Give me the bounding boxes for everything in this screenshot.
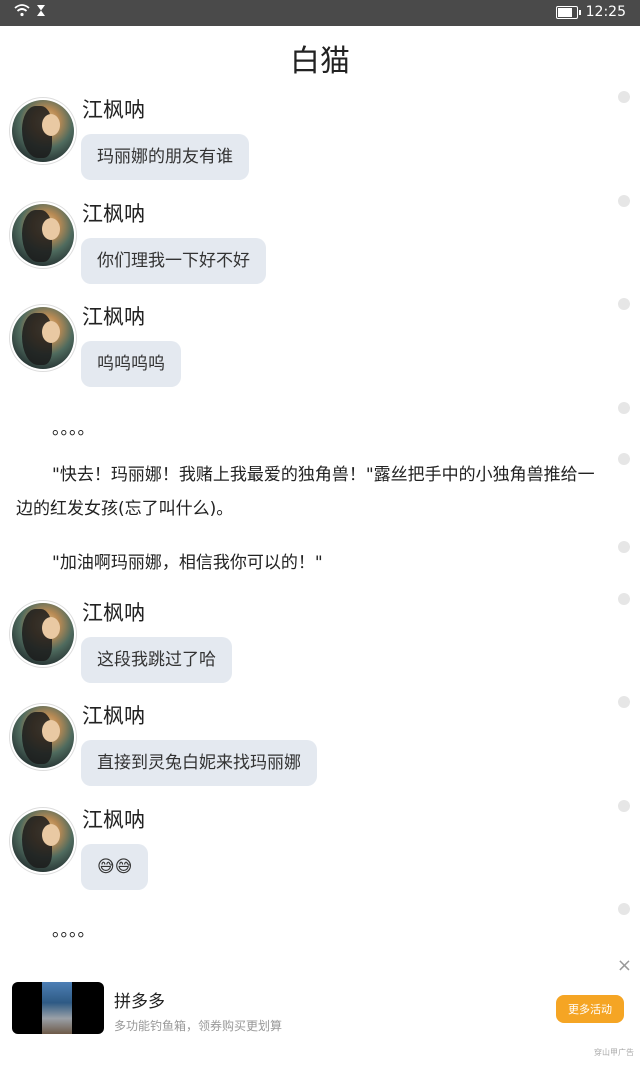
sender-name: 江枫呐 bbox=[82, 305, 145, 329]
scroll-dot[interactable] bbox=[618, 541, 630, 553]
avatar[interactable] bbox=[12, 810, 74, 872]
chat-message: 江枫呐 这段我跳过了哈 bbox=[12, 597, 572, 693]
scroll-dot[interactable] bbox=[618, 195, 630, 207]
sender-name: 江枫呐 bbox=[82, 202, 145, 226]
message-bubble: 呜呜呜呜 bbox=[81, 341, 181, 387]
message-bubble: 你们理我一下好不好 bbox=[81, 238, 266, 284]
scroll-dot[interactable] bbox=[618, 903, 630, 915]
message-bubble: 直接到灵兔白妮来找玛丽娜 bbox=[81, 740, 317, 786]
close-icon[interactable]: × bbox=[617, 955, 632, 976]
sender-name: 江枫呐 bbox=[82, 704, 145, 728]
message-bubble: 😅😅 bbox=[81, 844, 149, 890]
scroll-dot[interactable] bbox=[618, 91, 630, 103]
avatar[interactable] bbox=[12, 307, 74, 369]
ad-banner[interactable]: × 拼多多 多功能钓鱼箱，领券购买更划算 更多活动 穿山甲广告 bbox=[0, 955, 640, 1067]
status-bar: 12:25 bbox=[0, 0, 640, 26]
narration-text: 。。。。 bbox=[52, 921, 95, 941]
ad-label: 穿山甲广告 bbox=[594, 1048, 634, 1057]
wifi-icon bbox=[14, 4, 30, 21]
scroll-dot[interactable] bbox=[618, 593, 630, 605]
more-activities-button[interactable]: 更多活动 bbox=[556, 995, 624, 1023]
narration-text: "快去！玛丽娜！我赌上我最爱的独角兽！"露丝把手中的小独角兽推给一边的红发女孩(… bbox=[16, 465, 595, 519]
chat-message: 江枫呐 玛丽娜的朋友有谁 bbox=[12, 94, 572, 190]
avatar[interactable] bbox=[12, 706, 74, 768]
hourglass-icon bbox=[36, 4, 46, 21]
avatar[interactable] bbox=[12, 100, 74, 162]
avatar[interactable] bbox=[12, 204, 74, 266]
status-time: 12:25 bbox=[585, 4, 626, 20]
ad-description[interactable]: 多功能钓鱼箱，领券购买更划算 bbox=[114, 1017, 282, 1034]
scroll-dot[interactable] bbox=[618, 800, 630, 812]
scroll-dot[interactable] bbox=[618, 402, 630, 414]
avatar[interactable] bbox=[12, 603, 74, 665]
sender-name: 江枫呐 bbox=[82, 601, 145, 625]
chat-message: 江枫呐 直接到灵兔白妮来找玛丽娜 bbox=[12, 700, 572, 796]
chat-message: 江枫呐 呜呜呜呜 bbox=[12, 301, 572, 397]
chat-message: 江枫呐 😅😅 bbox=[12, 804, 572, 900]
battery-icon bbox=[555, 5, 581, 19]
ad-title[interactable]: 拼多多 bbox=[114, 987, 165, 1012]
sender-name: 江枫呐 bbox=[82, 98, 145, 122]
message-bubble: 这段我跳过了哈 bbox=[81, 637, 232, 683]
scroll-dot[interactable] bbox=[618, 696, 630, 708]
chat-message: 江枫呐 你们理我一下好不好 bbox=[12, 198, 572, 294]
narration-text: 。。。。 bbox=[52, 419, 95, 439]
narration-text: "加油啊玛丽娜，相信我你可以的！" bbox=[52, 553, 323, 573]
ad-thumbnail[interactable] bbox=[12, 982, 104, 1034]
page-title: 白猫 bbox=[290, 44, 350, 79]
sender-name: 江枫呐 bbox=[82, 808, 145, 832]
scroll-dot[interactable] bbox=[618, 298, 630, 310]
scroll-dot[interactable] bbox=[618, 453, 630, 465]
message-bubble: 玛丽娜的朋友有谁 bbox=[81, 134, 249, 180]
